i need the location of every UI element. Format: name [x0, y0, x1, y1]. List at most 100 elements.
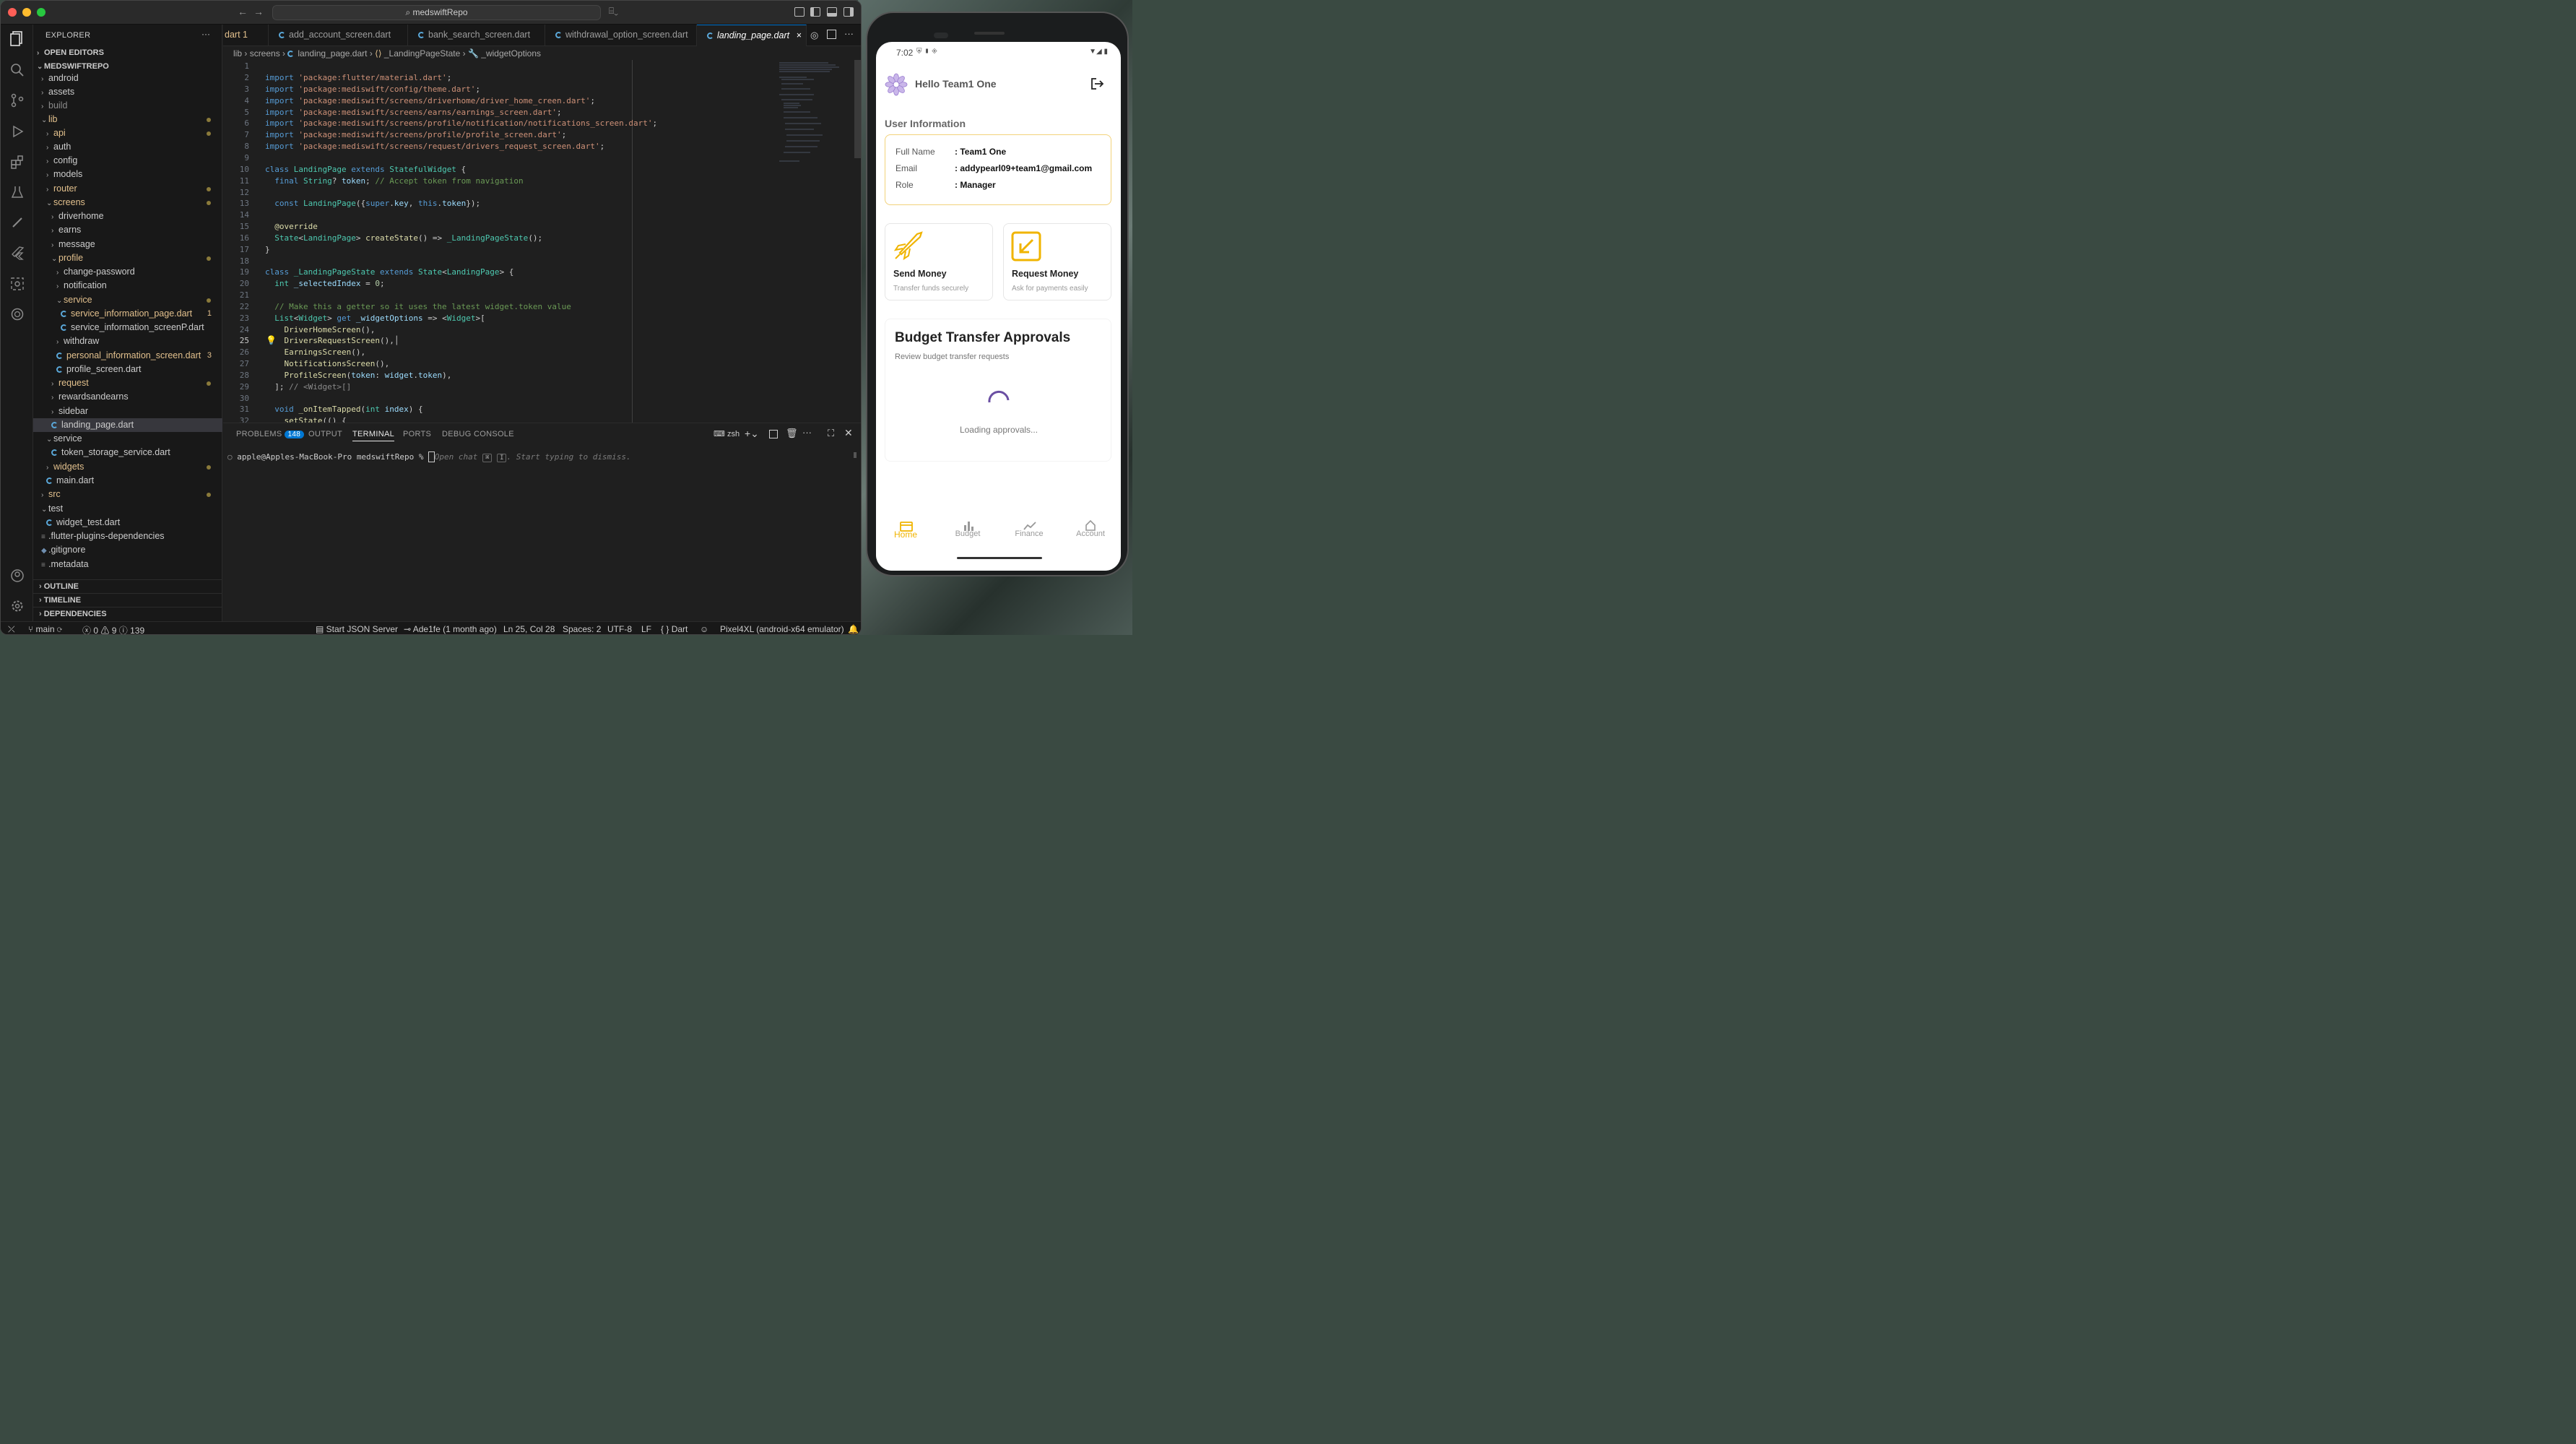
testing-icon[interactable] [9, 184, 25, 200]
tree-item-auth[interactable]: › auth [33, 140, 222, 154]
dependencies-section[interactable]: › DEPENDENCIES [33, 607, 222, 621]
maximize-panel-icon[interactable]: ⛶ [828, 428, 834, 439]
tree-item-service-lib[interactable]: ⌄ service [33, 432, 222, 446]
tree-item-api[interactable]: › api [33, 126, 222, 140]
tree-item-widgets[interactable]: › widgets [33, 460, 222, 474]
tab-terminal[interactable]: TERMINAL [352, 430, 395, 441]
problems-indicator[interactable]: ⓧ 0 ⚠ 9 ⓘ 139 [82, 624, 144, 634]
command-center-search[interactable]: ⌕ medswiftRepo [272, 5, 601, 20]
tree-item-build[interactable]: › build [33, 99, 222, 113]
breadcrumb-screens[interactable]: screens [250, 48, 280, 59]
code-editor[interactable]: 1 2 3 4 5 6 7 8 9 10 11 12 13 14 15 16 17 18 19 20 21 22 23 24 2… [223, 60, 861, 425]
nav-account[interactable]: Account [1065, 529, 1116, 538]
run-debug-icon[interactable] [9, 124, 25, 139]
new-terminal-icon[interactable]: +⌄ [745, 428, 759, 440]
tree-item-service-information-screenp[interactable]: service_information_screenP.dart [33, 321, 222, 334]
panel-more-icon[interactable]: ··· [802, 427, 812, 438]
tab-problems[interactable]: PROBLEMS 148 [236, 430, 305, 438]
edit-icon[interactable] [9, 215, 25, 230]
tree-item-driverhome[interactable]: › driverhome [33, 209, 222, 223]
chatgpt-icon[interactable]: ◎ [810, 30, 818, 41]
tree-item-personal-information-screen[interactable]: personal_information_screen.dart 3 [33, 349, 222, 363]
tree-item-rewardsandearns[interactable]: › rewardsandearns [33, 390, 222, 404]
files-icon[interactable] [9, 30, 25, 46]
toggle-panel-icon[interactable] [827, 7, 837, 17]
close-window-button[interactable] [8, 8, 17, 17]
tree-item-metadata[interactable]: ≡ .metadata [33, 558, 222, 571]
breadcrumb-lib[interactable]: lib [233, 48, 242, 59]
tree-item-withdraw[interactable]: › withdraw [33, 334, 222, 348]
account-icon[interactable] [9, 568, 25, 584]
notifications-bell-icon[interactable]: 🔔 [848, 624, 859, 634]
close-panel-icon[interactable]: ✕ [844, 427, 853, 439]
breadcrumb-member[interactable]: _widgetOptions [481, 48, 541, 59]
timeline-section[interactable]: › TIMELINE [33, 593, 222, 607]
nav-budget[interactable]: Budget [942, 529, 993, 538]
tree-item-earns[interactable]: › earns [33, 223, 222, 237]
tree-item-profile[interactable]: ⌄ profile [33, 251, 222, 265]
breadcrumb-file[interactable]: landing_page.dart [298, 48, 367, 59]
tree-item-flutter-plugins-dependencies[interactable]: ≡ .flutter-plugins-dependencies [33, 529, 222, 543]
toggle-sidebar-icon[interactable] [810, 7, 820, 17]
tab-debug-console[interactable]: DEBUG CONSOLE [442, 430, 514, 438]
logout-icon[interactable] [1090, 77, 1104, 90]
tree-item-test[interactable]: ⌄ test [33, 502, 222, 516]
minimize-window-button[interactable] [22, 8, 31, 17]
line-endings[interactable]: LF [641, 624, 651, 634]
editor-scrollbar[interactable] [854, 60, 861, 158]
source-control-icon[interactable] [9, 92, 25, 108]
maximize-window-button[interactable] [37, 8, 45, 17]
tree-item-screens[interactable]: ⌄ screens [33, 196, 222, 209]
tree-item-config[interactable]: › config [33, 154, 222, 168]
tree-item-widget-test[interactable]: widget_test.dart [33, 516, 222, 529]
send-money-card[interactable]: Send Money Transfer funds securely [885, 223, 993, 301]
tree-item-main[interactable]: main.dart [33, 474, 222, 488]
tree-item-src[interactable]: › src [33, 488, 222, 501]
encoding[interactable]: UTF-8 [607, 624, 632, 634]
explorer-more-icon[interactable]: ··· [201, 29, 210, 39]
forward-arrow-icon[interactable]: → [253, 6, 264, 17]
split-editor-icon[interactable] [827, 30, 836, 39]
nav-finance[interactable]: Finance [1004, 529, 1054, 538]
tree-item-token-storage-service[interactable]: token_storage_service.dart [33, 446, 222, 459]
tree-item-notification[interactable]: › notification [33, 279, 222, 293]
request-money-card[interactable]: Request Money Ask for payments easily [1003, 223, 1111, 301]
tree-item-android[interactable]: › android [33, 72, 222, 85]
flutter-icon[interactable] [9, 245, 25, 261]
trash-icon[interactable]: 🗑 [786, 428, 798, 439]
tree-item-message[interactable]: › message [33, 238, 222, 251]
tab-output[interactable]: OUTPUT [308, 430, 342, 438]
more-actions-icon[interactable]: ··· [844, 28, 854, 39]
branch-indicator[interactable]: ⑂ main ⟳ [28, 624, 62, 634]
back-arrow-icon[interactable]: ← [238, 6, 248, 17]
open-editors-section[interactable]: › OPEN EDITORS [33, 46, 222, 60]
git-blame[interactable]: ⊸ Ade1fe (1 month ago) [404, 624, 497, 634]
tree-item-sidebar[interactable]: › sidebar [33, 405, 222, 418]
tree-item-assets[interactable]: › assets [33, 85, 222, 99]
tree-item-lib[interactable]: ⌄ lib [33, 113, 222, 126]
copilot-icon[interactable]: ⌸⌄ [609, 6, 618, 17]
json-server-button[interactable]: ▤ Start JSON Server [316, 624, 398, 634]
search-icon[interactable] [9, 62, 25, 78]
tab-dart[interactable]: dart 1 [223, 25, 269, 46]
indentation[interactable]: Spaces: 2 [563, 624, 601, 634]
language-mode[interactable]: { } Dart [661, 624, 688, 634]
tab-bank-search-screen[interactable]: bank_search_screen.dart [408, 25, 545, 46]
settings-gear-icon[interactable] [9, 598, 25, 614]
tab-landing-page[interactable]: landing_page.dart × [697, 25, 807, 46]
close-tab-icon[interactable]: × [797, 25, 802, 46]
tab-withdrawal-option-screen[interactable]: withdrawal_option_screen.dart [545, 25, 697, 46]
lightbulb-icon[interactable]: 💡 [266, 335, 277, 345]
terminal-output[interactable]: ○ apple@Apples-MacBook-Pro medswiftRepo … [227, 451, 631, 462]
nav-home[interactable]: Home [880, 529, 931, 540]
remote-explorer-icon[interactable] [9, 276, 25, 292]
cursor-position[interactable]: Ln 25, Col 28 [503, 624, 555, 634]
remote-icon[interactable]: ⤫ [8, 624, 15, 634]
minimap[interactable] [778, 60, 850, 168]
tree-item-request[interactable]: › request [33, 376, 222, 390]
device-selector[interactable]: Pixel4XL (android-x64 emulator) [720, 624, 844, 634]
tree-item-models[interactable]: › models [33, 168, 222, 181]
chatgpt-icon[interactable] [9, 306, 25, 322]
tree-item-service-information-page[interactable]: service_information_page.dart 1 [33, 307, 222, 321]
customize-layout-icon[interactable] [794, 7, 805, 17]
